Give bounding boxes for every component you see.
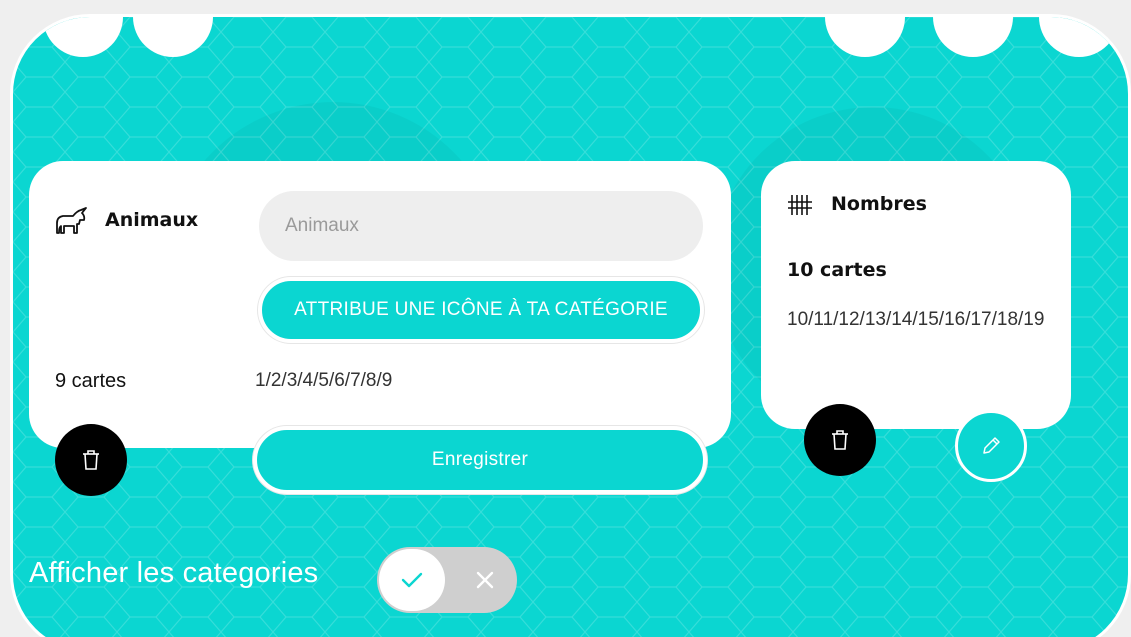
category-card-animaux: Animaux ATTRIBUE UNE ICÔNE À TA CATÉGORI… — [29, 161, 731, 448]
save-button[interactable]: Enregistrer — [253, 426, 707, 494]
unicorn-icon — [53, 207, 89, 241]
close-icon — [455, 547, 515, 613]
trash-icon — [83, 450, 99, 470]
delete-button[interactable] — [55, 424, 127, 496]
card-count: 10 cartes — [787, 259, 887, 281]
toggle-label: Afficher les categories — [29, 557, 319, 589]
card-list: 10/11/12/13/14/15/16/17/18/19 — [787, 309, 1045, 330]
main-panel: Animaux ATTRIBUE UNE ICÔNE À TA CATÉGORI… — [10, 14, 1131, 637]
category-name-input[interactable] — [259, 191, 703, 261]
trash-icon — [832, 430, 848, 450]
assign-icon-button[interactable]: ATTRIBUE UNE ICÔNE À TA CATÉGORIE — [258, 277, 704, 343]
category-title: Animaux — [105, 209, 199, 231]
category-card-nombres: Nombres 10 cartes 10/11/12/13/14/15/16/1… — [761, 161, 1071, 429]
show-categories-toggle[interactable] — [377, 547, 517, 613]
category-title: Nombres — [831, 193, 927, 215]
delete-button[interactable] — [804, 404, 876, 476]
card-count: 9 cartes — [55, 370, 127, 392]
tally-marks-icon — [787, 193, 813, 221]
checkmark-icon — [401, 572, 423, 588]
edit-button[interactable] — [955, 410, 1027, 482]
pencil-icon — [983, 437, 1000, 454]
toggle-knob — [379, 549, 445, 611]
card-list: 1/2/3/4/5/6/7/8/9 — [255, 370, 393, 391]
